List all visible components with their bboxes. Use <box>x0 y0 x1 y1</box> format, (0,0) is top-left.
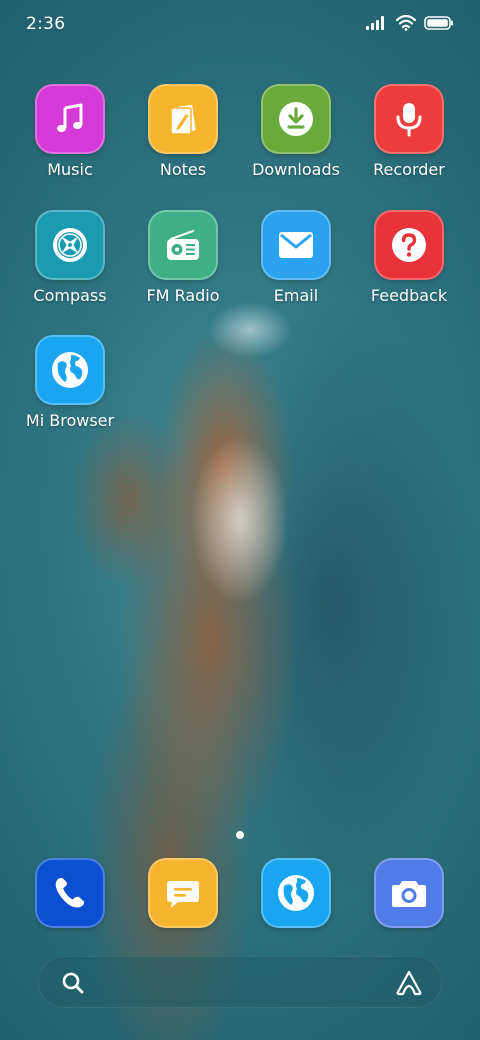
app-fm-radio[interactable]: FM Radio <box>128 210 238 306</box>
app-email[interactable]: Email <box>241 210 351 306</box>
app-label: Recorder <box>373 160 445 179</box>
globe-icon <box>35 335 105 405</box>
dock-messaging[interactable] <box>148 858 218 928</box>
app-downloads[interactable]: Downloads <box>241 84 351 180</box>
status-bar: 2:36 <box>0 0 480 50</box>
envelope-icon <box>261 210 331 280</box>
notes-pencil-icon <box>148 84 218 154</box>
app-music[interactable]: Music <box>15 84 125 180</box>
wifi-icon <box>396 15 416 31</box>
message-icon <box>148 858 218 928</box>
search-icon[interactable] <box>60 970 86 996</box>
app-label: Downloads <box>252 160 340 179</box>
app-label: Music <box>47 160 93 179</box>
app-label: Notes <box>159 160 207 179</box>
status-time: 2:36 <box>26 14 66 34</box>
radio-icon <box>148 210 218 280</box>
download-icon <box>261 84 331 154</box>
app-label: Email <box>273 286 319 305</box>
app-mi-browser[interactable]: Mi Browser <box>15 335 125 431</box>
compass-icon <box>35 210 105 280</box>
app-label: FM Radio <box>146 286 220 305</box>
app-label: Mi Browser <box>25 411 115 430</box>
app-feedback[interactable]: Feedback <box>354 210 464 306</box>
app-label: Feedback <box>370 286 448 305</box>
status-icons <box>366 15 454 31</box>
globe-icon <box>261 858 331 928</box>
app-notes[interactable]: Notes <box>128 84 238 180</box>
search-bar[interactable] <box>38 956 442 1008</box>
music-note-icon <box>35 84 105 154</box>
battery-icon <box>424 16 454 30</box>
microphone-icon <box>374 84 444 154</box>
app-label: Compass <box>33 286 107 305</box>
dock-browser[interactable] <box>261 858 331 928</box>
dock-phone[interactable] <box>35 858 105 928</box>
signal-icon <box>366 16 388 30</box>
dock-camera[interactable] <box>374 858 444 928</box>
assistant-icon[interactable] <box>394 968 424 998</box>
app-compass[interactable]: Compass <box>15 210 125 306</box>
page-indicator-dot <box>236 831 244 839</box>
camera-icon <box>374 858 444 928</box>
app-recorder[interactable]: Recorder <box>354 84 464 180</box>
question-icon <box>374 210 444 280</box>
phone-icon <box>35 858 105 928</box>
